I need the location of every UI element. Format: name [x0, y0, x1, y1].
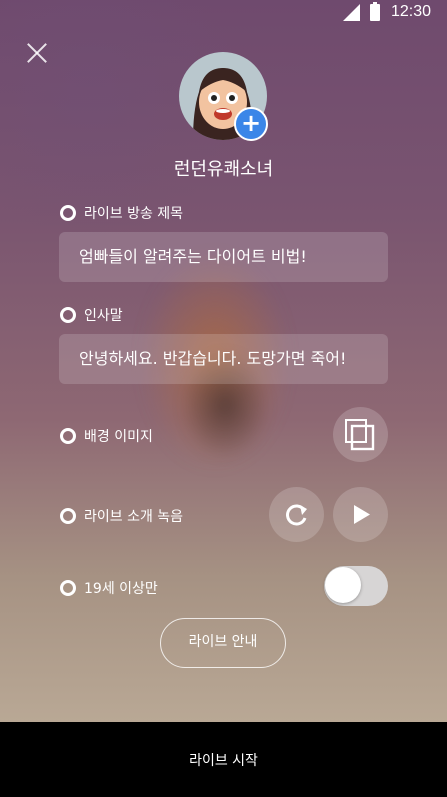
add-photo-button[interactable]: +: [234, 107, 268, 141]
radio-icon: [60, 307, 76, 323]
adult-toggle[interactable]: [324, 566, 388, 606]
title-input[interactable]: 엄빠들이 알려주는 다이어트 비법!: [59, 232, 388, 282]
radio-icon: [60, 580, 76, 596]
play-icon: [354, 505, 370, 524]
status-time: 12:30: [391, 3, 432, 20]
close-icon[interactable]: [24, 40, 50, 66]
adult-label: 19세 이상만: [60, 578, 158, 598]
greeting-label-text: 인사말: [84, 308, 123, 324]
play-button[interactable]: [333, 487, 388, 542]
background-label: 배경 이미지: [60, 426, 153, 446]
signal-icon: [343, 4, 360, 21]
start-live-button[interactable]: 라이브 시작: [0, 750, 447, 770]
status-bar: 12:30: [0, 0, 447, 26]
radio-icon: [60, 428, 76, 444]
background-label-text: 배경 이미지: [84, 429, 153, 445]
toggle-knob: [325, 567, 361, 603]
nickname: 런던유쾌소녀: [173, 159, 274, 180]
intro-label: 라이브 소개 녹음: [60, 506, 183, 526]
background-image-button[interactable]: [333, 407, 388, 462]
greeting-input[interactable]: 안녕하세요. 반갑습니다. 도망가면 죽어!: [59, 334, 388, 384]
intro-label-text: 라이브 소개 녹음: [84, 509, 184, 525]
refresh-icon: [286, 504, 307, 526]
title-label-text: 라이브 방송 제목: [84, 206, 184, 222]
radio-icon: [60, 508, 76, 524]
battery-icon: [370, 2, 380, 21]
title-label: 라이브 방송 제목: [60, 203, 183, 223]
live-guide-button[interactable]: 라이브 안내: [160, 618, 286, 668]
radio-icon: [60, 205, 76, 221]
re-record-button[interactable]: [269, 487, 324, 542]
greeting-label: 인사말: [60, 305, 123, 325]
adult-label-text: 19세 이상만: [84, 581, 158, 597]
copy-icon: [345, 419, 375, 451]
